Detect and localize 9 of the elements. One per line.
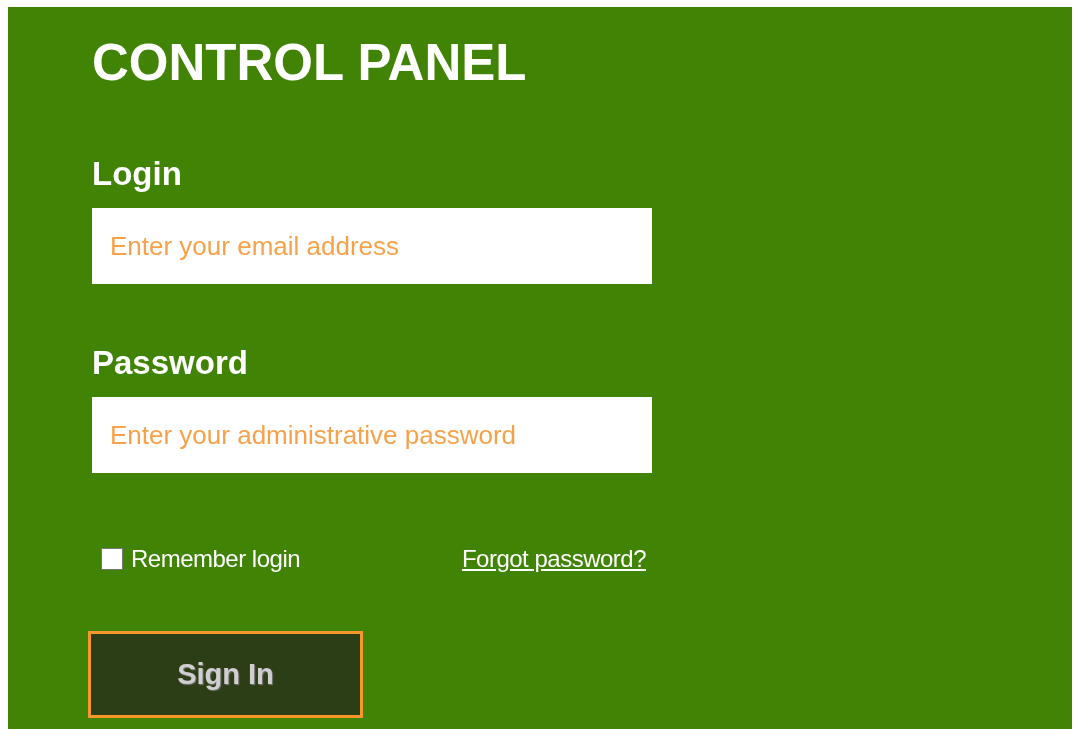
forgot-password-link[interactable]: Forgot password? <box>461 545 646 573</box>
checkbox-label: Remember login <box>131 545 301 573</box>
input-field[interactable]: Enter your administrative password <box>92 397 652 473</box>
field-label: Password <box>92 346 248 379</box>
checkbox[interactable] <box>101 548 123 570</box>
field-label: Login <box>92 157 182 190</box>
page-title: CONTROL PANEL <box>92 37 527 88</box>
input-field[interactable]: Enter your email address <box>92 208 652 284</box>
sign-in-button[interactable]: Sign In <box>88 631 363 718</box>
